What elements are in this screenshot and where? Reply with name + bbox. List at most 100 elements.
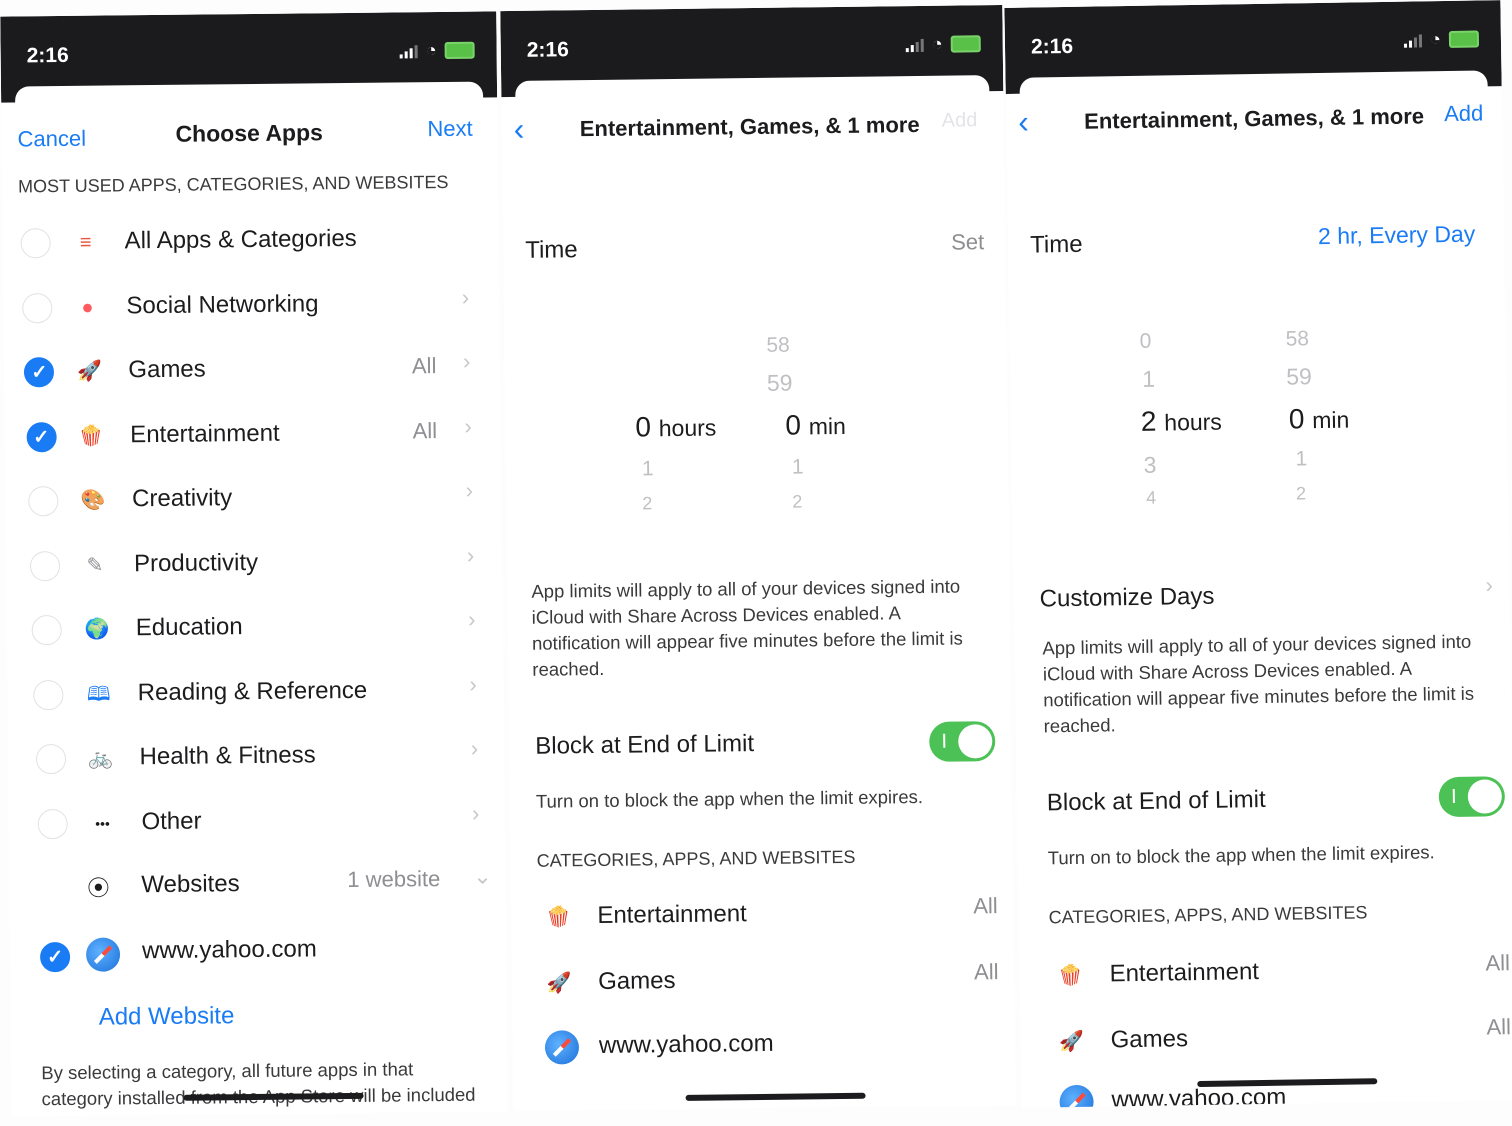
time-label: Time — [1029, 230, 1083, 259]
category-checkbox[interactable] — [35, 743, 66, 775]
category-checkbox[interactable] — [22, 292, 53, 323]
pencil-icon: ✎ — [86, 554, 104, 577]
category-label: Education — [135, 613, 243, 642]
minutes-selected[interactable]: 0 min — [1289, 403, 1350, 436]
wifi-icon: ◔ — [931, 33, 943, 54]
chevron-right-icon[interactable]: › — [464, 413, 472, 439]
hours-value: 0 — [635, 411, 652, 443]
category-checkbox[interactable] — [29, 550, 61, 581]
popcorn-icon: 🍿 — [78, 425, 104, 448]
safari-icon — [544, 1030, 580, 1065]
time-label: Time — [525, 236, 578, 264]
chevron-right-icon[interactable]: › — [462, 284, 470, 310]
chevron-right-icon[interactable]: › — [471, 736, 479, 762]
item-label: Games — [1110, 1025, 1189, 1054]
category-checkbox[interactable] — [27, 486, 59, 517]
globe-icon: 🌍 — [84, 618, 110, 641]
back-chevron-icon[interactable]: ‹ — [1018, 104, 1029, 141]
item-detail: All — [1486, 1014, 1512, 1040]
minutes-value: 0 — [785, 409, 802, 441]
hours-selected[interactable]: 2 hours — [1141, 405, 1222, 438]
choose-apps-screen: 2:16 ◔ Cancel Choose Apps Next MOST USED… — [0, 11, 508, 1117]
chevron-right-icon[interactable]: › — [469, 671, 477, 697]
bicycle-icon: 🚲 — [88, 747, 114, 770]
rocket-icon: 🚀 — [546, 972, 572, 995]
footer-note: By selecting a category, all future apps… — [41, 1058, 476, 1116]
category-checkbox[interactable] — [37, 808, 68, 839]
hours-below-1: 3 — [1143, 451, 1157, 478]
category-detail: All — [411, 353, 437, 379]
minute-below-2: 2 — [792, 491, 803, 512]
home-indicator[interactable] — [685, 1092, 866, 1101]
site-label: www.yahoo.com — [141, 935, 317, 965]
category-label: Productivity — [133, 548, 259, 577]
status-time: 2:16 — [1030, 34, 1074, 59]
limits-note: App limits will apply to all of your dev… — [1042, 630, 1475, 737]
category-checkbox[interactable] — [31, 615, 63, 646]
chevron-right-icon[interactable]: › — [463, 349, 471, 375]
chevron-right-icon[interactable]: › — [472, 800, 480, 826]
category-detail: All — [412, 417, 438, 443]
category-label: All Apps & Categories — [124, 224, 357, 255]
websites-count: 1 website — [347, 866, 441, 893]
chevron-right-icon[interactable]: › — [465, 478, 473, 504]
minute-above-2: 59 — [1286, 363, 1313, 390]
time-limit-screen-unset: 2:16 ◔ ‹ Entertainment, Games, & 1 more … — [500, 4, 1016, 1112]
add-website-button[interactable]: Add Website — [99, 1002, 235, 1031]
hours-unit: hours — [658, 414, 717, 442]
hours-selected[interactable]: 0 hours — [635, 411, 716, 444]
block-toggle[interactable] — [1438, 776, 1506, 818]
category-checkbox[interactable]: ✓ — [26, 421, 57, 452]
category-label: Creativity — [131, 484, 233, 513]
popcorn-icon: 🍿 — [1057, 964, 1084, 988]
cancel-button[interactable]: Cancel — [17, 126, 86, 153]
battery-icon — [950, 35, 981, 53]
cellular-signal-icon — [905, 37, 924, 52]
chevron-down-icon[interactable]: ⌄ — [473, 864, 492, 890]
category-label: Health & Fitness — [139, 741, 316, 771]
chevron-right-icon[interactable]: › — [468, 607, 476, 633]
add-button[interactable]: Add — [1444, 100, 1484, 127]
add-button[interactable]: Add — [942, 109, 978, 132]
minutes-selected[interactable]: 0 min — [785, 409, 846, 442]
category-checkbox[interactable] — [33, 679, 64, 710]
hours-below-2: 4 — [1145, 487, 1157, 508]
block-label: Block at End of Limit — [535, 730, 755, 760]
home-indicator[interactable] — [1197, 1078, 1378, 1088]
next-button[interactable]: Next — [427, 116, 473, 142]
book-icon: 🕮 — [86, 683, 111, 706]
minute-above-2: 59 — [766, 369, 793, 396]
block-note: Turn on to block the app when the limit … — [535, 786, 924, 812]
category-label: Entertainment — [130, 419, 280, 448]
hours-above-1: 0 — [1139, 329, 1152, 353]
safari-icon — [85, 937, 121, 972]
minutes-unit: min — [1312, 406, 1350, 434]
item-detail: All — [973, 893, 998, 919]
wifi-icon: ◔ — [1429, 29, 1442, 50]
item-detail: All — [1485, 950, 1511, 976]
site-checkbox[interactable]: ✓ — [39, 941, 71, 973]
chevron-right-icon[interactable]: › — [467, 542, 475, 568]
item-label: Entertainment — [597, 900, 747, 929]
minute-below-1: 1 — [791, 455, 804, 479]
popcorn-icon: 🍿 — [545, 906, 571, 929]
palette-icon: 🎨 — [80, 489, 106, 512]
nav-title: Entertainment, Games, & 1 more — [579, 111, 920, 142]
category-checkbox[interactable]: ✓ — [24, 357, 55, 388]
hours-unit: hours — [1164, 408, 1223, 436]
category-label: Other — [141, 807, 202, 835]
category-checkbox[interactable] — [20, 228, 51, 259]
time-limit-screen-set: 2:16 ◔ ‹ Entertainment, Games, & 1 more … — [1004, 0, 1512, 1108]
websites-label: Websites — [141, 870, 240, 899]
hours-above-2: 1 — [1142, 365, 1156, 392]
back-chevron-icon[interactable]: ‹ — [514, 111, 525, 148]
time-value: 2 hr, Every Day — [1317, 220, 1476, 250]
category-label: Social Networking — [126, 289, 319, 319]
list-header: CATEGORIES, APPS, AND WEBSITES — [536, 846, 856, 871]
customize-days-label: Customize Days — [1039, 582, 1215, 613]
hours-value: 2 — [1140, 405, 1157, 437]
wifi-icon: ◔ — [425, 40, 437, 61]
chat-bubbles-icon: ● — [81, 296, 94, 319]
item-label: www.yahoo.com — [598, 1029, 774, 1059]
block-toggle[interactable] — [929, 721, 996, 762]
